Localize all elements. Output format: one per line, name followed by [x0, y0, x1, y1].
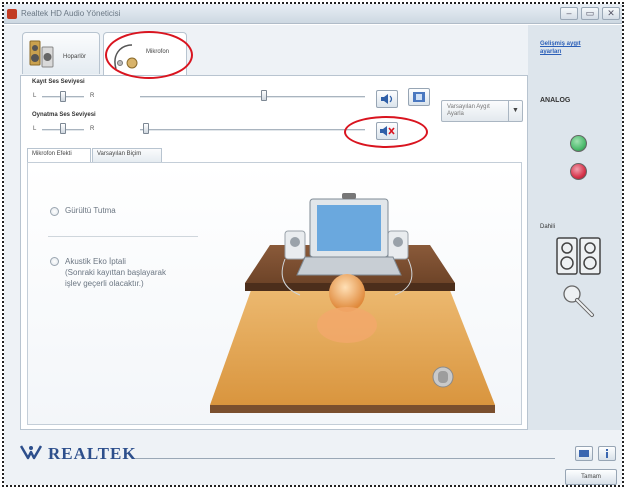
close-button[interactable]: ✕: [602, 7, 620, 20]
speaker-icon: [29, 40, 54, 68]
internal-title: Dahili: [540, 224, 556, 230]
pink-jack-icon[interactable]: [570, 163, 587, 180]
green-jack-icon[interactable]: [570, 135, 587, 152]
recording-balance-left: L: [33, 93, 37, 99]
maximize-button[interactable]: ▭: [581, 7, 599, 20]
recording-volume-slider[interactable]: [261, 90, 267, 101]
internal-microphone-icon[interactable]: [561, 283, 597, 319]
ok-button[interactable]: Tamam: [565, 469, 617, 485]
device-settings-icon: [579, 450, 589, 457]
annotation-circle-mic-tab: [105, 31, 193, 79]
room-illustration: [210, 193, 495, 413]
internal-speakers-icon[interactable]: [556, 237, 602, 277]
playback-volume-slider[interactable]: [143, 123, 149, 134]
playback-volume-label: Oynatma Ses Seviyesi: [32, 112, 96, 118]
window-titlebar[interactable]: Realtek HD Audio Yöneticisi – ▭ ✕: [4, 4, 622, 24]
recording-balance-slider[interactable]: [60, 91, 66, 102]
echo-cancel-radio[interactable]: [50, 257, 59, 266]
recording-mute-button[interactable]: [376, 90, 398, 108]
settings-button[interactable]: [575, 446, 593, 461]
speaker-volume-icon: [381, 94, 393, 104]
default-device-value: Varsayılan Aygıt Ayarla: [447, 104, 490, 117]
minimize-button[interactable]: –: [560, 7, 578, 20]
echo-cancel-note-line2: işlev geçerli olacaktır.): [65, 279, 144, 288]
tab-mic-effects[interactable]: Mikrofon Efekti: [27, 148, 91, 163]
mic-boost-button[interactable]: [408, 88, 430, 106]
footer-divider: [135, 458, 555, 459]
tab-default-format[interactable]: Varsayılan Biçim: [92, 148, 162, 162]
echo-cancel-note-line1: (Sonraki kayıttan başlayarak: [65, 268, 166, 277]
recording-balance-right: R: [90, 93, 95, 99]
realtek-logo-icon: [20, 445, 42, 460]
noise-suppression-radio[interactable]: [50, 207, 59, 216]
recording-volume-label: Kayıt Ses Seviyesi: [32, 79, 85, 85]
info-button[interactable]: [598, 446, 616, 461]
playback-volume-track: [140, 129, 365, 131]
window-title: Realtek HD Audio Yöneticisi: [21, 9, 121, 18]
noise-suppression-label[interactable]: Gürültü Tutma: [65, 206, 116, 216]
playback-balance-left: L: [33, 126, 37, 132]
tab-speaker-label: Hoparlör: [63, 54, 87, 60]
options-divider: [48, 236, 198, 237]
chevron-down-icon: ▼: [508, 101, 522, 121]
playback-balance-right: R: [90, 126, 95, 132]
mic-boost-icon: [413, 92, 425, 102]
app-icon: [7, 9, 17, 19]
echo-cancel-label[interactable]: Akustik Eko İptali: [65, 257, 126, 267]
analog-title: ANALOG: [540, 97, 571, 104]
info-icon: [606, 449, 608, 458]
advanced-settings-line1: Gelişmiş aygıt: [540, 41, 581, 47]
realtek-logo-text: REALTEK: [48, 444, 137, 463]
playback-balance-slider[interactable]: [60, 123, 66, 134]
default-device-dropdown[interactable]: Varsayılan Aygıt Ayarla ▼: [441, 100, 523, 122]
annotation-circle-mute: [344, 116, 428, 148]
tab-speaker[interactable]: Hoparlör: [22, 32, 100, 74]
advanced-settings-link[interactable]: Gelişmiş aygıt ayarları: [540, 40, 615, 56]
recording-volume-track: [140, 96, 365, 98]
advanced-settings-line2: ayarları: [540, 49, 562, 55]
